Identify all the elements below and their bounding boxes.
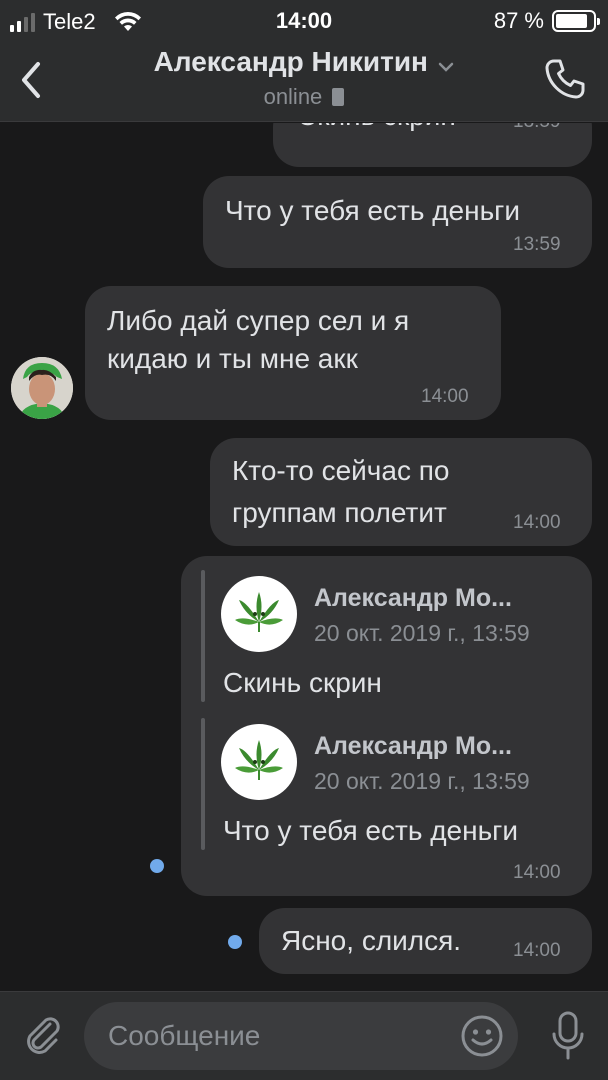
online-status: online bbox=[263, 84, 323, 109]
battery-icon bbox=[552, 10, 600, 32]
outgoing-message[interactable]: Кто-то сейчас по группам полетит 14:00 bbox=[210, 438, 592, 546]
composer-bar: Сообщение bbox=[0, 991, 608, 1080]
message-text-line: Кто-то сейчас по bbox=[232, 455, 450, 486]
avatar-photo bbox=[11, 357, 73, 419]
message-time: 14:00 bbox=[513, 512, 561, 533]
forward-author-avatar[interactable] bbox=[221, 576, 297, 652]
message-placeholder: Сообщение bbox=[108, 1020, 261, 1051]
message-time: 13:59 bbox=[513, 123, 561, 133]
battery-fill bbox=[556, 14, 588, 28]
message-text: Скинь скрин bbox=[297, 123, 456, 135]
forward-date: 20 окт. 2019 г., 13:59 bbox=[314, 768, 530, 794]
incoming-message[interactable]: Либо дай супер сел и я кидаю и ты мне ак… bbox=[85, 286, 501, 420]
status-bar: Tele2 14:00 87 % bbox=[0, 0, 608, 40]
message-text-line: группам полетит bbox=[232, 497, 447, 528]
microphone-icon[interactable] bbox=[550, 1010, 586, 1062]
outgoing-message[interactable]: Скинь скрин 13:59 bbox=[273, 123, 592, 167]
leaf-icon bbox=[235, 740, 283, 780]
status-right: 87 % bbox=[493, 8, 600, 34]
paperclip-icon[interactable] bbox=[20, 1012, 66, 1058]
forward-text: Скинь скрин bbox=[223, 667, 382, 698]
forward-quote-bar bbox=[201, 718, 205, 850]
message-time: 14:00 bbox=[513, 940, 561, 961]
forward-author-name[interactable]: Александр Мо... bbox=[314, 584, 512, 613]
phone-call-icon[interactable] bbox=[542, 56, 588, 102]
message-text: Ясно, слился. bbox=[281, 925, 462, 956]
emoji-icon[interactable] bbox=[460, 1014, 504, 1058]
forward-quote-bar bbox=[201, 570, 205, 702]
forward-text: Что у тебя есть деньги bbox=[223, 815, 519, 846]
message-time: 13:59 bbox=[513, 234, 561, 255]
battery-percent: 87 % bbox=[493, 8, 544, 33]
forward-date: 20 окт. 2019 г., 13:59 bbox=[314, 620, 530, 646]
message-text-line: кидаю и ты мне акк bbox=[107, 343, 358, 374]
message-time: 14:00 bbox=[421, 386, 469, 407]
forward-author-name[interactable]: Александр Мо... bbox=[314, 732, 512, 761]
mobile-device-icon bbox=[332, 88, 345, 106]
chevron-down-icon[interactable] bbox=[438, 62, 454, 72]
forwarded-message[interactable]: Александр Мо... 20 окт. 2019 г., 13:59 С… bbox=[181, 556, 592, 896]
outgoing-message[interactable]: Ясно, слился. 14:00 bbox=[259, 908, 592, 974]
chat-title-block[interactable]: Александр Никитин online bbox=[0, 46, 608, 110]
outgoing-message[interactable]: Что у тебя есть деньги 13:59 bbox=[203, 176, 592, 268]
message-time: 14:00 bbox=[513, 862, 561, 883]
leaf-icon bbox=[235, 592, 283, 632]
unread-indicator bbox=[228, 935, 242, 949]
message-input[interactable]: Сообщение bbox=[84, 1002, 518, 1070]
sender-avatar[interactable] bbox=[11, 357, 73, 419]
forward-author-avatar[interactable] bbox=[221, 724, 297, 800]
message-text-line: Либо дай супер сел и я bbox=[107, 305, 410, 336]
message-text: Что у тебя есть деньги bbox=[225, 195, 521, 226]
chat-header: Александр Никитин online bbox=[0, 40, 608, 122]
chat-title[interactable]: Александр Никитин bbox=[154, 46, 428, 77]
message-list[interactable]: Скинь скрин 13:59 Что у тебя есть деньги… bbox=[0, 123, 608, 991]
unread-indicator bbox=[150, 859, 164, 873]
